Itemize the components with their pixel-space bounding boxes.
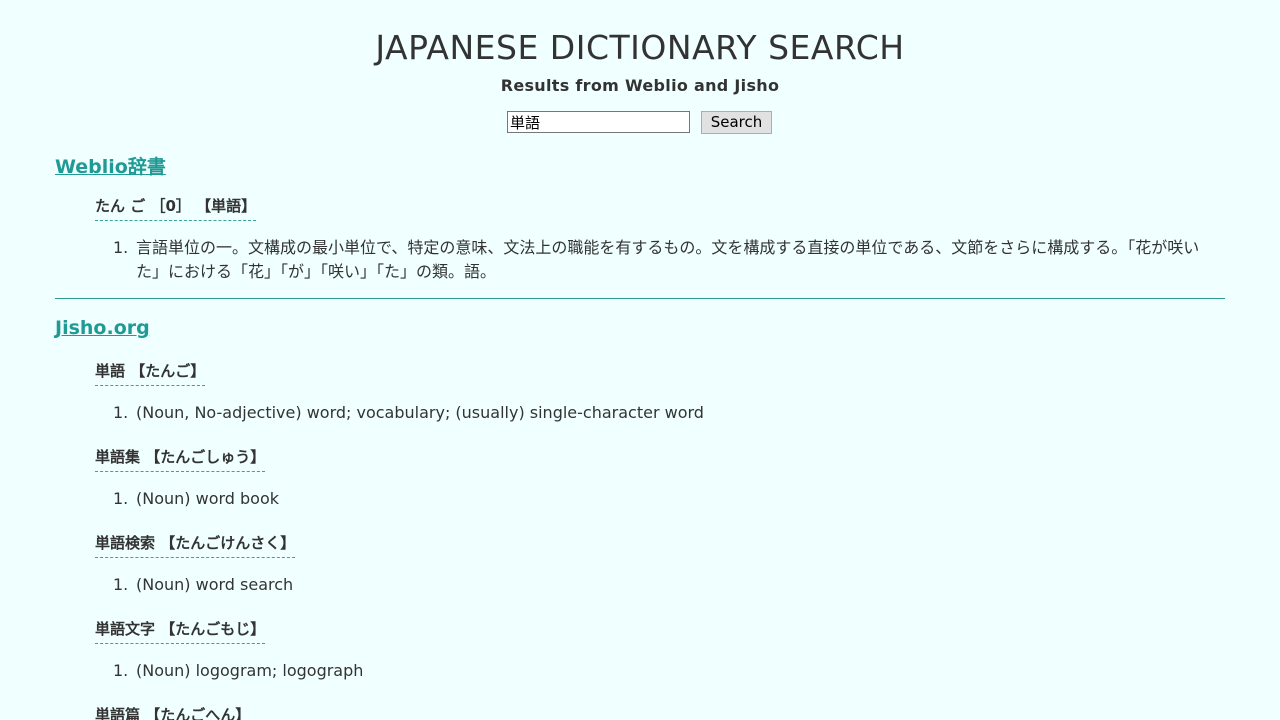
jisho-definition: 1. (Noun, No-adjective) word; vocabulary… [113, 401, 1113, 425]
weblio-section: Weblio辞書 たん ご ［0］ 【単語】 1. 言語単位の一。文構成の最小単… [55, 152, 1225, 292]
definition-text: (Noun, No-adjective) word; vocabulary; (… [136, 403, 704, 422]
jisho-section: Jisho.org 単語 【たんご】 1. (Noun, No-adjectiv… [55, 317, 1225, 720]
jisho-entry-head: 単語集 【たんごしゅう】 [95, 446, 266, 472]
jisho-entry-head: 単語 【たんご】 [95, 360, 206, 386]
jisho-definition: 1. (Noun) logogram; logograph [113, 659, 1113, 683]
page-title: JAPANESE DICTIONARY SEARCH [375, 28, 905, 67]
definition-text: 言語単位の一。文構成の最小単位で、特定の意味、文法上の職能を有するもの。文を構成… [136, 238, 1200, 281]
weblio-entry-head: たん ご ［0］ 【単語】 [95, 195, 257, 221]
search-button[interactable]: Search [701, 110, 772, 134]
definition-number: 1. [113, 403, 129, 422]
page: JAPANESE DICTIONARY SEARCH Results from … [0, 0, 1280, 720]
jisho-entry-head: 単語篇 【たんごへん】 [95, 704, 250, 720]
definition-text: (Noun) logogram; logograph [136, 661, 364, 680]
page-subtitle: Results from Weblio and Jisho [500, 76, 780, 95]
definition-number: 1. [113, 489, 129, 508]
weblio-source-link[interactable]: Weblio辞書 [55, 152, 166, 179]
definition-text: (Noun) word book [136, 489, 280, 508]
weblio-definition: 1. 言語単位の一。文構成の最小単位で、特定の意味、文法上の職能を有するもの。文… [113, 236, 1210, 284]
jisho-source-link[interactable]: Jisho.org [55, 317, 150, 339]
jisho-entry-head: 単語文字 【たんごもじ】 [95, 618, 266, 644]
section-divider [55, 298, 1225, 299]
jisho-definition: 1. (Noun) word search [113, 573, 1113, 597]
search-form: Search [507, 110, 772, 134]
search-input[interactable] [507, 111, 690, 133]
jisho-entry-head: 単語検索 【たんごけんさく】 [95, 532, 296, 558]
definition-number: 1. [113, 575, 129, 594]
definition-number: 1. [113, 661, 129, 680]
definition-text: (Noun) word search [136, 575, 294, 594]
jisho-definition: 1. (Noun) word book [113, 487, 1113, 511]
definition-number: 1. [113, 238, 129, 257]
